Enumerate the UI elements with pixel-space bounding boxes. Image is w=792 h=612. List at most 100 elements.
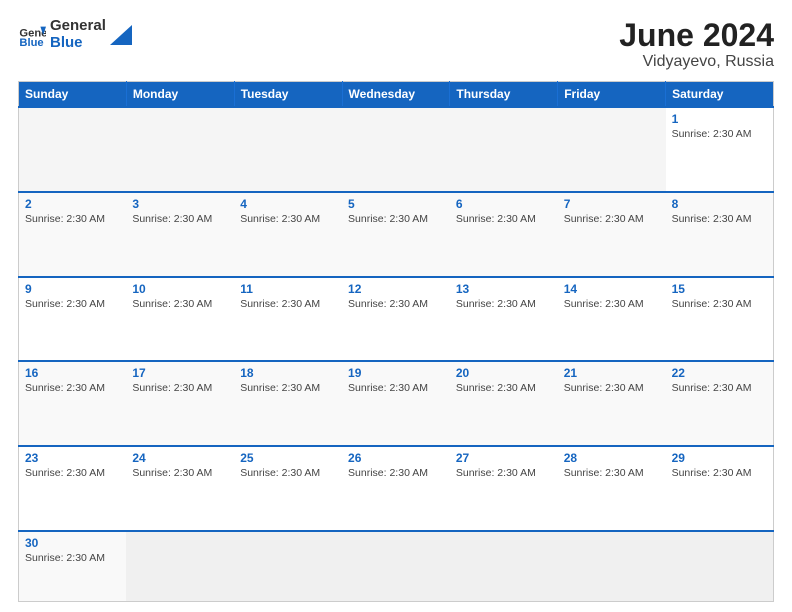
calendar-cell: 26Sunrise: 2:30 AM: [342, 446, 450, 531]
calendar-cell: 6 Sunrise: 2:30 AM: [450, 192, 558, 277]
day-number: 2: [25, 197, 120, 211]
day-sunrise-info: Sunrise: 2:30 AM: [672, 128, 752, 140]
day-number: 5: [348, 197, 444, 211]
svg-text:Blue: Blue: [19, 37, 43, 49]
calendar-cell: 3 Sunrise: 2:30 AM: [126, 192, 234, 277]
day-sunrise-info: Sunrise: 2:30 AM: [132, 298, 212, 310]
day-number: 19: [348, 366, 444, 380]
calendar-cell: 12 Sunrise: 2:30 AM: [342, 277, 450, 362]
calendar-cell: 29Sunrise: 2:30 AM: [666, 446, 774, 531]
day-number: 10: [132, 282, 228, 296]
calendar-cell: [666, 531, 774, 602]
header-saturday: Saturday: [666, 82, 774, 108]
day-number: 24: [132, 451, 228, 465]
calendar-cell: 14 Sunrise: 2:30 AM: [558, 277, 666, 362]
day-number: 1: [672, 112, 767, 126]
day-sunrise-info: Sunrise: 2:30 AM: [564, 382, 644, 394]
day-sunrise-info: Sunrise: 2:30 AM: [25, 552, 105, 564]
day-sunrise-info: Sunrise: 2:30 AM: [25, 213, 105, 225]
calendar-table: Sunday Monday Tuesday Wednesday Thursday…: [18, 81, 774, 602]
calendar-cell: 7 Sunrise: 2:30 AM: [558, 192, 666, 277]
month-title: June 2024: [619, 18, 774, 53]
calendar-cell: 11 Sunrise: 2:30 AM: [234, 277, 342, 362]
day-number: 30: [25, 536, 120, 550]
calendar-cell: [450, 107, 558, 192]
day-number: 6: [456, 197, 552, 211]
day-sunrise-info: Sunrise: 2:30 AM: [672, 213, 752, 225]
location-title: Vidyayevo, Russia: [619, 53, 774, 71]
day-sunrise-info: Sunrise: 2:30 AM: [456, 298, 536, 310]
logo-blue: Blue: [50, 35, 106, 52]
day-sunrise-info: Sunrise: 2:30 AM: [456, 467, 536, 479]
day-sunrise-info: Sunrise: 2:30 AM: [132, 467, 212, 479]
day-number: 7: [564, 197, 660, 211]
week-row-6: 30 Sunrise: 2:30 AM: [19, 531, 774, 602]
logo-general: General: [50, 18, 106, 35]
page: General Blue General Blue June 2024 Vidy…: [0, 0, 792, 612]
day-number: 23: [25, 451, 120, 465]
day-sunrise-info: Sunrise: 2:30 AM: [564, 213, 644, 225]
day-number: 16: [25, 366, 120, 380]
week-row-5: 23Sunrise: 2:30 AM24Sunrise: 2:30 AM25Su…: [19, 446, 774, 531]
calendar-cell: 20Sunrise: 2:30 AM: [450, 361, 558, 446]
day-number: 25: [240, 451, 336, 465]
logo-icon: General Blue: [18, 21, 46, 49]
day-sunrise-info: Sunrise: 2:30 AM: [564, 298, 644, 310]
calendar-cell: 30 Sunrise: 2:30 AM: [19, 531, 127, 602]
weekday-header-row: Sunday Monday Tuesday Wednesday Thursday…: [19, 82, 774, 108]
week-row-2: 2Sunrise: 2:30 AM3Sunrise: 2:30 AM4Sunri…: [19, 192, 774, 277]
calendar-cell: [19, 107, 127, 192]
day-number: 12: [348, 282, 444, 296]
calendar-cell: 16Sunrise: 2:30 AM: [19, 361, 127, 446]
calendar-cell: [234, 531, 342, 602]
calendar-cell: 23Sunrise: 2:30 AM: [19, 446, 127, 531]
calendar-cell: 17Sunrise: 2:30 AM: [126, 361, 234, 446]
day-sunrise-info: Sunrise: 2:30 AM: [132, 213, 212, 225]
calendar-cell: 4Sunrise: 2:30 AM: [234, 192, 342, 277]
day-sunrise-info: Sunrise: 2:30 AM: [348, 298, 428, 310]
day-number: 28: [564, 451, 660, 465]
day-sunrise-info: Sunrise: 2:30 AM: [348, 382, 428, 394]
day-sunrise-info: Sunrise: 2:30 AM: [456, 382, 536, 394]
day-number: 4: [240, 197, 336, 211]
calendar-cell: 10 Sunrise: 2:30 AM: [126, 277, 234, 362]
day-sunrise-info: Sunrise: 2:30 AM: [240, 467, 320, 479]
day-sunrise-info: Sunrise: 2:30 AM: [672, 382, 752, 394]
calendar-cell: 22 Sunrise: 2:30 AM: [666, 361, 774, 446]
day-sunrise-info: Sunrise: 2:30 AM: [672, 467, 752, 479]
day-number: 18: [240, 366, 336, 380]
day-number: 27: [456, 451, 552, 465]
calendar-cell: 13Sunrise: 2:30 AM: [450, 277, 558, 362]
day-number: 14: [564, 282, 660, 296]
calendar-cell: 8Sunrise: 2:30 AM: [666, 192, 774, 277]
day-number: 21: [564, 366, 660, 380]
calendar-cell: 24 Sunrise: 2:30 AM: [126, 446, 234, 531]
week-row-3: 9Sunrise: 2:30 AM 10 Sunrise: 2:30 AM 11 Sun…: [19, 277, 774, 362]
calendar-cell: [126, 107, 234, 192]
header-tuesday: Tuesday: [234, 82, 342, 108]
day-number: 11: [240, 282, 336, 296]
day-sunrise-info: Sunrise: 2:30 AM: [25, 298, 105, 310]
calendar-cell: 19 Sunrise: 2:30 AM: [342, 361, 450, 446]
header-thursday: Thursday: [450, 82, 558, 108]
calendar-cell: 1 Sunrise: 2:30 AM: [666, 107, 774, 192]
day-number: 22: [672, 366, 767, 380]
calendar-cell: 9Sunrise: 2:30 AM: [19, 277, 127, 362]
calendar-cell: 25 Sunrise: 2:30 AM: [234, 446, 342, 531]
week-row-1: 1 Sunrise: 2:30 AM: [19, 107, 774, 192]
calendar-cell: [234, 107, 342, 192]
day-sunrise-info: Sunrise: 2:30 AM: [456, 213, 536, 225]
calendar-cell: [342, 531, 450, 602]
day-sunrise-info: Sunrise: 2:30 AM: [240, 382, 320, 394]
calendar-cell: 18 Sunrise: 2:30 AM: [234, 361, 342, 446]
logo-triangle-icon: [110, 25, 132, 45]
day-sunrise-info: Sunrise: 2:30 AM: [348, 213, 428, 225]
header-wednesday: Wednesday: [342, 82, 450, 108]
header-monday: Monday: [126, 82, 234, 108]
calendar-cell: 5 Sunrise: 2:30 AM: [342, 192, 450, 277]
day-sunrise-info: Sunrise: 2:30 AM: [240, 298, 320, 310]
calendar-cell: 27 Sunrise: 2:30 AM: [450, 446, 558, 531]
day-number: 3: [132, 197, 228, 211]
week-row-4: 16Sunrise: 2:30 AM17Sunrise: 2:30 AM18Su…: [19, 361, 774, 446]
day-number: 17: [132, 366, 228, 380]
